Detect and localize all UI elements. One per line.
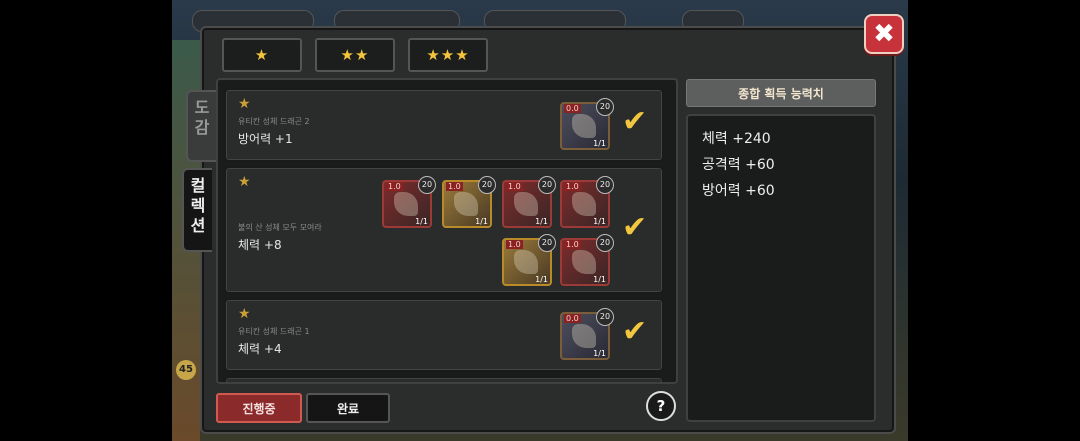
dragon-level: 1.0 <box>564 240 581 249</box>
help-button[interactable]: ? <box>646 391 676 421</box>
card-title: 유티칸 성체 드래곤 2 <box>238 117 310 126</box>
dragon-icon <box>394 192 418 216</box>
dragon-level: 1.0 <box>446 182 463 191</box>
card-stat: 체력 +4 <box>238 342 282 356</box>
collection-card[interactable]: ★ 유티칸 성체 드래곤 1 체력 +4 0.0 20 1/1 ✔ <box>224 298 664 372</box>
check-icon: ✔ <box>622 210 648 245</box>
close-icon: ✖ <box>873 19 895 49</box>
dragon-icon <box>454 192 478 216</box>
star-icon: ★ <box>238 174 251 190</box>
dragon-level-badge: 20 <box>596 234 614 252</box>
dragon-thumbnail[interactable]: 1.0 20 1/1 <box>502 234 556 286</box>
dragon-count: 1/1 <box>475 217 488 226</box>
summary-panel: 체력 +240 공격력 +60 방어력 +60 <box>686 114 876 422</box>
dragon-count: 1/1 <box>535 217 548 226</box>
summary-line-attack: 공격력 +60 <box>702 157 775 173</box>
dragon-level: 0.0 <box>564 314 581 323</box>
dragon-icon <box>572 114 596 138</box>
tab-three-star[interactable]: ★★★ <box>408 38 488 72</box>
check-icon: ✔ <box>622 314 648 349</box>
dragon-icon <box>572 324 596 348</box>
dragon-level: 0.0 <box>564 104 581 113</box>
dragon-icon <box>514 192 538 216</box>
dragon-thumbnail[interactable]: 1.0 20 1/1 <box>502 176 556 228</box>
background-level-badge: 45 <box>176 360 196 380</box>
dragon-level-badge: 20 <box>596 176 614 194</box>
check-icon: ✔ <box>622 104 648 139</box>
dragon-icon <box>572 192 596 216</box>
dragon-icon <box>572 250 596 274</box>
dragon-count: 1/1 <box>593 349 606 358</box>
complete-button[interactable]: 완료 <box>306 393 390 423</box>
dragon-level-badge: 20 <box>596 308 614 326</box>
dragon-thumbnail[interactable]: 1.0 20 1/1 <box>442 176 496 228</box>
dragon-level: 1.0 <box>506 182 523 191</box>
summary-header: 종합 획득 능력치 <box>686 79 876 107</box>
dragon-thumbnail[interactable]: 0.0 20 1/1 <box>560 308 614 360</box>
close-button[interactable]: ✖ <box>864 14 904 54</box>
dragon-thumbnail[interactable]: 0.0 20 1/1 <box>560 98 614 150</box>
collection-card[interactable]: ★ 유티칸 성체 드래곤 2 방어력 +1 0.0 20 1/1 ✔ <box>224 88 664 162</box>
side-tab-label: 도감 <box>194 98 210 137</box>
side-tab-encyclopedia[interactable]: 도감 <box>186 90 216 162</box>
dragon-level: 1.0 <box>564 182 581 191</box>
dragon-level-badge: 20 <box>538 176 556 194</box>
dragon-level-badge: 20 <box>418 176 436 194</box>
side-tab-label: 컬렉션 <box>190 176 206 235</box>
dragon-count: 1/1 <box>535 275 548 284</box>
tab-two-star[interactable]: ★★ <box>315 38 395 72</box>
card-stat: 체력 +8 <box>238 238 282 252</box>
in-progress-button[interactable]: 진행중 <box>216 393 302 423</box>
tab-one-star[interactable]: ★ <box>222 38 302 72</box>
question-icon: ? <box>656 397 666 415</box>
card-title: 유티칸 성체 드래곤 1 <box>238 327 310 336</box>
star-icon: ★ <box>238 96 251 112</box>
collection-list[interactable]: ★ 유티칸 성체 드래곤 2 방어력 +1 0.0 20 1/1 ✔ ★ 불의 … <box>216 78 678 384</box>
dragon-level-badge: 20 <box>478 176 496 194</box>
dragon-count: 1/1 <box>593 139 606 148</box>
dragon-thumbnail[interactable]: 1.0 20 1/1 <box>382 176 436 228</box>
star-icon: ★ <box>238 306 251 322</box>
dragon-level: 1.0 <box>506 240 523 249</box>
dragon-count: 1/1 <box>593 275 606 284</box>
dragon-count: 1/1 <box>593 217 606 226</box>
dragon-level-badge: 20 <box>596 98 614 116</box>
dragon-thumbnail[interactable]: 1.0 20 1/1 <box>560 176 614 228</box>
dragon-icon <box>514 250 538 274</box>
dragon-level-badge: 20 <box>538 234 556 252</box>
summary-line-defense: 방어력 +60 <box>702 183 775 199</box>
dragon-thumbnail[interactable]: 1.0 20 1/1 <box>560 234 614 286</box>
summary-line-hp: 체력 +240 <box>702 131 771 147</box>
dragon-count: 1/1 <box>415 217 428 226</box>
side-tab-collection[interactable]: 컬렉션 <box>182 168 212 252</box>
collection-card-partial[interactable] <box>224 376 664 382</box>
collection-card[interactable]: ★ 불의 산 성체 모두 모여라 체력 +8 1.0 20 1/1 1.0 20… <box>224 166 664 294</box>
card-stat: 방어력 +1 <box>238 132 293 146</box>
dragon-level: 1.0 <box>386 182 403 191</box>
card-title: 불의 산 성체 모두 모여라 <box>238 223 322 232</box>
